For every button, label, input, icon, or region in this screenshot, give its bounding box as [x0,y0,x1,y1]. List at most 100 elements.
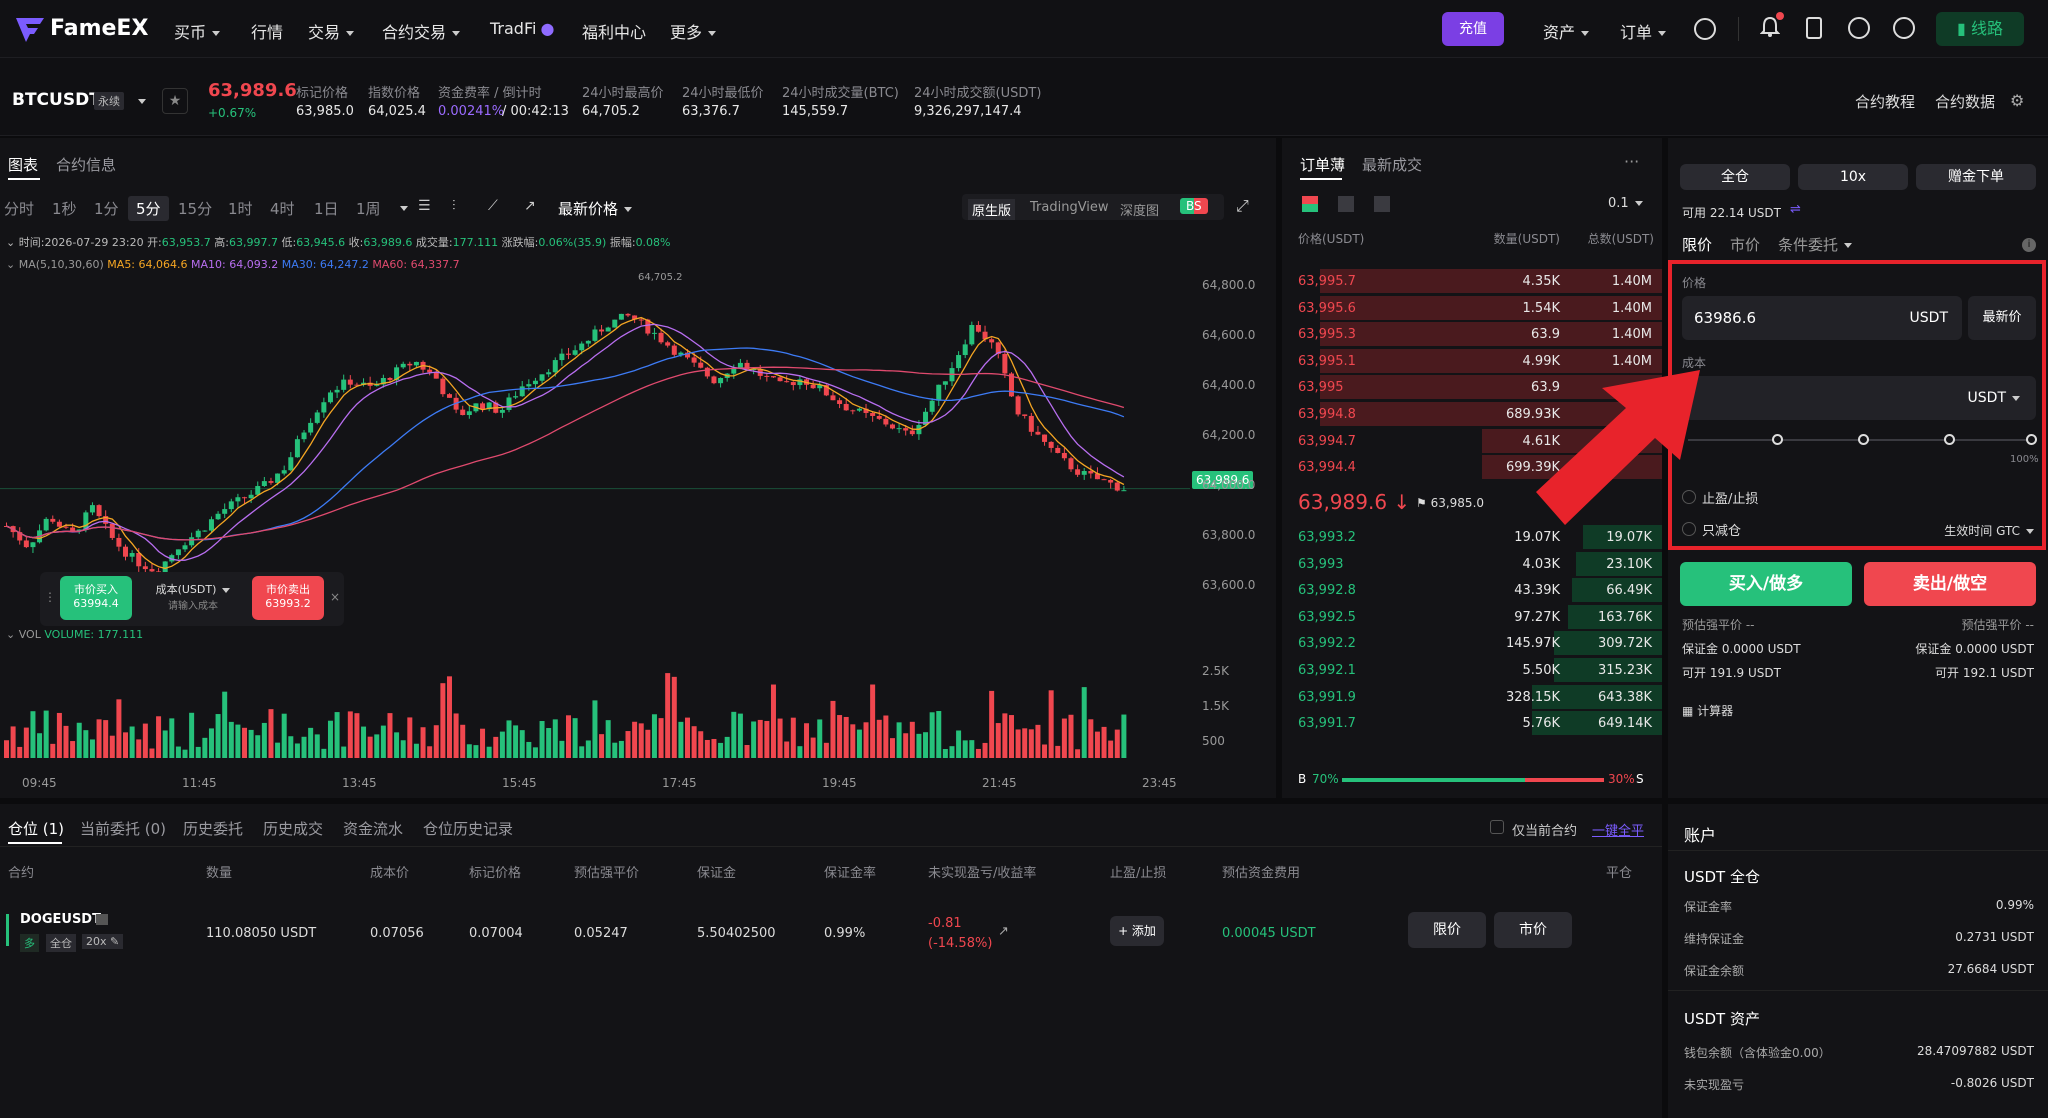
indicator-list-icon[interactable]: ☰ [418,198,431,214]
bid-row[interactable]: 63,991.7 5.76K 649.14K [1282,710,1662,736]
external-link-icon[interactable]: ↗ [524,198,536,214]
more-options-icon[interactable]: ··· [1624,152,1639,171]
info-icon[interactable]: i [2022,238,2036,252]
view-tradingview[interactable]: TradingView [1030,200,1109,215]
order-type-limit[interactable]: 限价 [1682,234,1712,255]
leverage-button[interactable]: 10x [1798,164,1908,190]
tab-chart[interactable]: 图表 [8,154,38,175]
cost-unit-select[interactable]: USDT [1968,390,2020,406]
deposit-button[interactable]: 充值 [1442,12,1504,46]
slider-tick-75[interactable] [1944,434,1955,445]
view-asks-icon[interactable] [1374,196,1390,212]
position-symbol[interactable]: DOGEUSDT [20,912,101,927]
nav-futures[interactable]: 合约交易 [382,19,461,43]
bid-row[interactable]: 63,993 4.03K 23.10K [1282,551,1662,577]
user-icon[interactable] [1694,18,1716,40]
interval-1m[interactable]: 1分 [94,198,119,219]
nav-tradfi[interactable]: TradFi ● [490,19,554,38]
theme-sun-icon[interactable] [1848,17,1870,39]
nav-assets[interactable]: 资产 [1543,19,1590,43]
interval-1h[interactable]: 1时 [228,198,253,219]
interval-15m[interactable]: 15分 [178,198,212,219]
nav-buy-crypto[interactable]: 买币 [174,19,221,43]
chevron-down-icon[interactable] [138,99,146,104]
slider-tick-100[interactable] [2026,434,2037,445]
sell-short-button[interactable]: 卖出/做空 [1864,562,2036,606]
tab-orderbook[interactable]: 订单薄 [1300,154,1345,175]
close-icon[interactable]: × [330,590,340,604]
gift-order-button[interactable]: 赠金下单 [1916,164,2036,190]
bell-icon[interactable] [1759,16,1781,43]
chevron-down-icon[interactable] [400,206,408,211]
interval-5m[interactable]: 5分 [128,196,169,221]
tab-position-history[interactable]: 仓位历史记录 [423,818,513,839]
view-bids-icon[interactable] [1338,196,1354,212]
market-buy-button[interactable]: 市价买入 63994.4 [60,576,132,620]
line-chart-icon[interactable]: ⟋ [488,198,498,214]
tab-order-history[interactable]: 历史委托 [183,818,243,839]
candle-style-icon[interactable]: ⫶ [452,198,456,214]
order-type-market[interactable]: 市价 [1730,234,1760,255]
latest-price-button[interactable]: 最新价 [1968,296,2036,340]
order-type-conditional[interactable]: 条件委托 [1778,234,1853,255]
share-icon[interactable]: ↗ [998,924,1009,939]
interval-1s[interactable]: 1秒 [52,198,77,219]
cost-input[interactable]: 成本(USDT) 请输入成本 [138,576,248,620]
download-app-icon[interactable] [1806,17,1822,39]
tab-positions[interactable]: 仓位 (1) [8,818,64,839]
margin-mode-button[interactable]: 全仓 [1680,164,1790,190]
interval-4h[interactable]: 4时 [270,198,295,219]
slider-tick-25[interactable] [1772,434,1783,445]
transfer-icon[interactable]: ⇌ [1790,202,1801,217]
nav-orders[interactable]: 订单 [1620,19,1667,43]
position-leverage-badge[interactable]: 20x ✎ [82,934,124,949]
calculator-link[interactable]: ▦ 计算器 [1682,702,1733,719]
add-tp-sl-button[interactable]: + 添加 [1110,916,1164,946]
interval-1d[interactable]: 1日 [314,198,339,219]
tab-contract-info[interactable]: 合约信息 [56,154,116,175]
close-market-button[interactable]: 市价 [1494,912,1572,948]
bs-toggle-badge[interactable]: BS [1180,198,1208,214]
tab-funding-flow[interactable]: 资金流水 [343,818,403,839]
price-mode-select[interactable]: 最新价格 [558,198,633,219]
ask-row[interactable]: 63,995.7 4.35K 1.40M [1282,268,1662,294]
nav-trade[interactable]: 交易 [308,19,355,43]
bid-row[interactable]: 63,991.9 328.15K 643.38K [1282,684,1662,710]
bid-row[interactable]: 63,992.1 5.50K 315.23K [1282,657,1662,683]
cost-input[interactable]: USDT [1682,376,2036,420]
tab-recent-trades[interactable]: 最新成交 [1362,154,1422,175]
brand-name[interactable]: FameEX [50,16,148,41]
view-depth[interactable]: 深度图 [1120,200,1159,219]
symbol-name[interactable]: BTCUSDT [12,90,101,110]
nav-rewards[interactable]: 福利中心 [582,19,646,43]
globe-icon[interactable] [1893,17,1915,39]
nav-markets[interactable]: 行情 [251,19,283,43]
bid-row[interactable]: 63,992.8 43.39K 66.49K [1282,577,1662,603]
price-input[interactable]: 63986.6 USDT [1682,296,1962,340]
fameex-logo-icon[interactable] [14,14,46,44]
buy-long-button[interactable]: 买入/做多 [1680,562,1852,606]
contract-tutorial-link[interactable]: 合约教程 [1855,91,1915,112]
time-in-force-select[interactable]: 生效时间 GTC [1944,522,2034,539]
collapse-icon[interactable]: ⌄ [6,236,19,249]
ask-row[interactable]: 63,995.3 63.9 1.40M [1282,321,1662,347]
route-button[interactable]: ▮ 线路 [1936,12,2024,46]
market-sell-button[interactable]: 市价卖出 63993.2 [252,576,324,620]
bid-row[interactable]: 63,992.2 145.97K 309.72K [1282,630,1662,656]
nav-more[interactable]: 更多 [670,19,717,43]
slider-tick-50[interactable] [1858,434,1869,445]
interval-tick[interactable]: 分时 [4,198,34,219]
fullscreen-icon[interactable]: ⤢ [1236,196,1249,216]
collapse-icon[interactable]: ⌄ [6,258,19,271]
tab-trade-history[interactable]: 历史成交 [263,818,323,839]
drag-handle-icon[interactable]: ⋮ [44,590,56,604]
ask-row[interactable]: 63,995.6 1.54K 1.40M [1282,295,1662,321]
bid-row[interactable]: 63,992.5 97.27K 163.76K [1282,604,1662,630]
tab-open-orders[interactable]: 当前委托 (0) [80,818,166,839]
close-limit-button[interactable]: 限价 [1408,912,1486,948]
only-current-checkbox[interactable] [1490,820,1504,834]
favorite-star-icon[interactable]: ★ [162,88,188,114]
interval-1w[interactable]: 1周 [356,198,381,219]
view-native[interactable]: 原生版 [968,199,1016,220]
close-all-link[interactable]: 一键全平 [1592,820,1644,839]
